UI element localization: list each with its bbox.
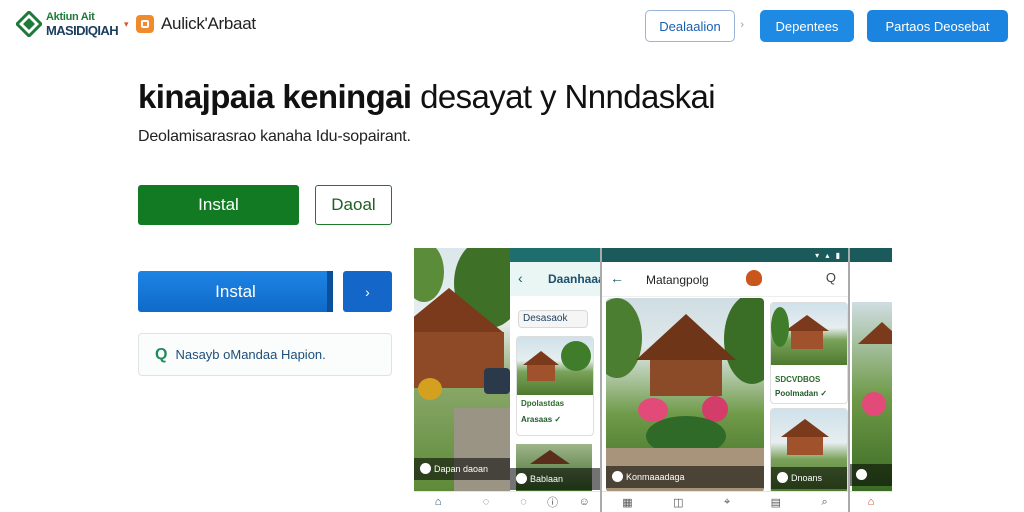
back-icon[interactable]: ‹ bbox=[518, 270, 523, 286]
nav-primary-button[interactable]: Depentees bbox=[760, 10, 854, 42]
app-header: ← Matangpolg Q bbox=[602, 262, 848, 297]
screenshot-4-caption bbox=[850, 464, 892, 486]
pin-icon bbox=[612, 471, 623, 482]
diamond-logo-icon bbox=[16, 11, 42, 37]
page-title: kinajpaia keningai desayat y Nnndaskai bbox=[138, 78, 716, 116]
arrow-button[interactable]: › bbox=[343, 271, 392, 312]
crown-icon bbox=[746, 270, 762, 286]
status-bar bbox=[510, 248, 600, 262]
logo-dropdown-icon: ▾ bbox=[124, 19, 129, 29]
place-card[interactable]: Dpolastdas Arasaas ✓ bbox=[516, 336, 594, 436]
search-input[interactable]: Q Nasayb oMandaa Hapion. bbox=[138, 333, 392, 376]
chat-icon[interactable]: ◌ bbox=[483, 496, 490, 508]
screenshot-2: ‹ Daanhaaa Desasaok Dpolastdas Arasaas ✓… bbox=[510, 248, 601, 512]
page-title-bold: kinajpaia keningai bbox=[138, 78, 412, 115]
side-card-2[interactable]: Dnoans bbox=[770, 408, 848, 494]
filter-chip[interactable]: Desasaok bbox=[518, 310, 588, 328]
page-title-light: desayat y Nnndaskai bbox=[420, 78, 716, 115]
card-subtitle: Arasaas ✓ bbox=[521, 415, 562, 424]
search-icon: Q bbox=[155, 345, 168, 363]
screenshot-2-caption-text: Bablaan bbox=[530, 474, 564, 484]
status-bar bbox=[850, 248, 892, 262]
side-card-photo bbox=[771, 303, 847, 365]
page-subtitle: Deolamisarasrao kanaha Idu-sopairant. bbox=[138, 128, 411, 145]
bottom-nav: ⌂ bbox=[850, 491, 892, 512]
location-icon[interactable]: ⌖ bbox=[724, 496, 730, 509]
pin-icon bbox=[856, 469, 867, 480]
bottom-nav: ▦ ◫ ⌖ ▤ ⌕ bbox=[602, 491, 848, 512]
screenshot-1: Dapan daoan ⌂ ◌ bbox=[414, 248, 510, 512]
search-icon[interactable]: ⌕ bbox=[822, 496, 828, 509]
chevron-right-icon: › bbox=[365, 283, 370, 300]
card-title: Dpolastdas bbox=[521, 399, 565, 408]
status-bar: ▾ ▴ ▮ bbox=[602, 248, 848, 262]
pin-icon bbox=[516, 473, 527, 484]
side-card-2-caption-text: Dnoans bbox=[791, 473, 823, 483]
app-header-title: Matangpolg bbox=[646, 273, 709, 287]
document-icon[interactable]: ▤ bbox=[771, 496, 781, 509]
profile-icon[interactable]: ☺ bbox=[579, 496, 590, 508]
camera-icon[interactable]: ◫ bbox=[673, 496, 683, 509]
card-photo bbox=[517, 337, 593, 395]
pin-icon bbox=[420, 463, 431, 474]
home-icon[interactable]: ⌂ bbox=[868, 496, 875, 508]
chat-icon[interactable]: ◌ bbox=[520, 496, 527, 508]
pin-icon bbox=[777, 472, 788, 483]
nav-outline-button[interactable]: Dealaalion › bbox=[645, 10, 744, 42]
screenshot-1-caption-text: Dapan daoan bbox=[434, 464, 489, 474]
screenshot-3: ▾ ▴ ▮ ← Matangpolg Q Konmaaadaga SDCVDBO… bbox=[600, 248, 850, 512]
screenshot-4: ⌂ bbox=[850, 248, 892, 512]
main-photo-caption-text: Konmaaadaga bbox=[626, 472, 685, 482]
screenshot-2-caption: Bablaan bbox=[510, 468, 600, 490]
main-photo-caption: Konmaaadaga bbox=[606, 466, 764, 488]
top-bar: Aktiun Ait MASIDIQIAH ▾ Aulick'Arbaat De… bbox=[0, 0, 1024, 52]
brand-name: Aulick'Arbaat bbox=[161, 14, 256, 33]
side-card-2-caption: Dnoans bbox=[771, 467, 847, 489]
install-button-blue[interactable]: Instal bbox=[138, 271, 333, 312]
search-icon[interactable]: Q bbox=[826, 270, 836, 285]
chevron-right-icon: › bbox=[740, 19, 744, 31]
search-input-text: Nasayb oMandaa Hapion. bbox=[175, 347, 326, 362]
side-card-subtitle: Poolmadan ✓ bbox=[775, 389, 828, 398]
nav-wide-primary-button[interactable]: Partaos Deosebat bbox=[867, 10, 1008, 42]
house-photo bbox=[414, 248, 510, 492]
grid-icon[interactable]: ▦ bbox=[622, 496, 632, 509]
back-arrow-icon[interactable]: ← bbox=[610, 270, 624, 286]
screenshot-1-caption: Dapan daoan bbox=[414, 458, 510, 480]
side-card-title: SDCVDBOS bbox=[775, 375, 821, 384]
brand-square-icon bbox=[136, 15, 154, 33]
side-card[interactable]: SDCVDBOS Poolmadan ✓ bbox=[770, 302, 848, 404]
home-icon[interactable]: ⌂ bbox=[435, 496, 442, 508]
main-house-photo bbox=[606, 298, 764, 492]
bottom-nav: ◌ ⓘ ☺ bbox=[510, 491, 600, 512]
site-logo[interactable]: Aktiun Ait MASIDIQIAH ▾ bbox=[14, 8, 130, 42]
install-button-green[interactable]: Instal bbox=[138, 185, 299, 225]
logo-text-bottom: MASIDIQIAH bbox=[46, 23, 119, 38]
nav-outline-label: Dealaalion bbox=[659, 18, 721, 34]
bottom-nav: ⌂ ◌ bbox=[414, 491, 510, 512]
app-header: ‹ Daanhaaa bbox=[510, 262, 600, 296]
logo-text-top: Aktiun Ait bbox=[46, 11, 95, 23]
read-button[interactable]: Daoal bbox=[315, 185, 392, 225]
info-icon[interactable]: ⓘ bbox=[547, 494, 558, 510]
status-icons: ▾ ▴ ▮ bbox=[815, 251, 842, 260]
app-header-title: Daanhaaa bbox=[548, 272, 601, 286]
app-screenshots-panel: Dapan daoan ⌂ ◌ ‹ Daanhaaa Desasaok Dpol… bbox=[414, 248, 892, 512]
